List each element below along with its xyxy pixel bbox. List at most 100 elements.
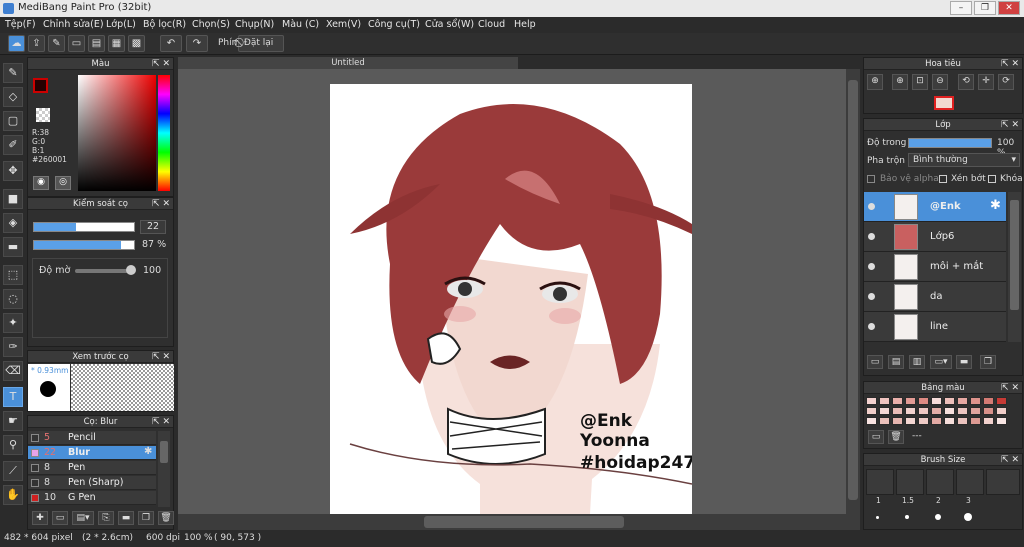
brush-size-value[interactable]: 22: [140, 220, 166, 234]
new-1bit-layer-icon[interactable]: ▥: [909, 355, 925, 369]
rotate-right-icon[interactable]: ⟳: [998, 74, 1014, 90]
blur-slider-handle[interactable]: [126, 265, 136, 275]
trash-icon[interactable]: 🗑: [888, 430, 904, 444]
palette-swatch[interactable]: [996, 417, 1007, 425]
menu-color[interactable]: Màu (C): [282, 19, 319, 30]
clipping-checkbox[interactable]: [939, 175, 947, 183]
reset-button[interactable]: ⃠ Đặt lại: [238, 35, 284, 52]
panel-close-icon[interactable]: ⇱ ✕: [1001, 58, 1019, 70]
layer-row[interactable]: môi + mắt: [864, 252, 1006, 282]
blur-slider-track[interactable]: [75, 269, 133, 273]
panel-close-icon[interactable]: ⇱ ✕: [152, 198, 170, 210]
close-icon[interactable]: ✕: [998, 1, 1020, 15]
palette-swatch[interactable]: [918, 417, 929, 425]
panel-close-icon[interactable]: ⇱ ✕: [152, 416, 170, 428]
menu-file[interactable]: Tệp(F): [5, 19, 36, 30]
palette-swatch[interactable]: [918, 407, 929, 415]
layer-row[interactable]: line: [864, 312, 1006, 342]
brush-menu-icon[interactable]: ▤▾: [72, 511, 94, 525]
brush-size-dot[interactable]: [876, 516, 879, 519]
menu-help[interactable]: Help: [514, 19, 536, 30]
palette-settings-icon[interactable]: ◎: [55, 176, 71, 190]
brush-item[interactable]: 10 G Pen: [28, 491, 156, 505]
brush-item[interactable]: 5 Pencil: [28, 431, 156, 445]
palette-swatch[interactable]: [879, 407, 890, 415]
layout-icon[interactable]: ▦: [108, 35, 125, 52]
duplicate-icon[interactable]: ❐: [138, 511, 154, 525]
palette-swatch[interactable]: [931, 397, 942, 405]
eye-icon[interactable]: [868, 263, 875, 270]
palette-swatch[interactable]: [879, 417, 890, 425]
add-palette-icon[interactable]: ▭: [868, 430, 884, 444]
brush-opacity-slider[interactable]: [33, 240, 135, 250]
palette-swatch[interactable]: [931, 417, 942, 425]
lock-checkbox[interactable]: [988, 175, 996, 183]
eraser-tool-icon[interactable]: ◇: [3, 87, 23, 107]
transparent-swatch[interactable]: [36, 108, 50, 122]
layers-scrollbar[interactable]: [1008, 192, 1021, 342]
bucket-tool-icon[interactable]: ◈: [3, 213, 23, 233]
brush-size-dot[interactable]: [935, 514, 941, 520]
hand-tool-icon[interactable]: ✋: [3, 485, 23, 505]
palette-swatch[interactable]: [957, 407, 968, 415]
palette-swatch[interactable]: [996, 397, 1007, 405]
gradient-tool-icon[interactable]: ▬: [3, 237, 23, 257]
menu-cloud[interactable]: Cloud: [478, 19, 505, 30]
panel-close-icon[interactable]: ⇱ ✕: [1001, 382, 1019, 394]
brush-copy-icon[interactable]: ⎘: [98, 511, 114, 525]
zoom-out-icon[interactable]: ⊖: [932, 74, 948, 90]
brush-size-dot[interactable]: [964, 513, 972, 521]
hue-slider[interactable]: [158, 75, 170, 191]
menu-tools[interactable]: Công cụ(T): [368, 19, 420, 30]
layer-row-selected[interactable]: @Enk ✱: [864, 192, 1006, 222]
minimize-icon[interactable]: –: [950, 1, 972, 15]
grid-icon[interactable]: ▩: [128, 35, 145, 52]
operation-tool-icon[interactable]: ☛: [3, 411, 23, 431]
maximize-icon[interactable]: ❐: [974, 1, 996, 15]
palette-swatch[interactable]: [983, 407, 994, 415]
panel-close-icon[interactable]: ⇱ ✕: [152, 351, 170, 363]
eye-icon[interactable]: [868, 233, 875, 240]
palette-swatch[interactable]: [970, 407, 981, 415]
new-layer-icon[interactable]: ▭: [867, 355, 883, 369]
palette-swatch[interactable]: [892, 397, 903, 405]
document-tab[interactable]: Untitled: [178, 57, 518, 69]
palette-swatch[interactable]: [879, 397, 890, 405]
new-halftone-layer-icon[interactable]: ▤: [888, 355, 904, 369]
protect-alpha-checkbox[interactable]: [867, 175, 875, 183]
menu-view[interactable]: Xem(V): [326, 19, 361, 30]
eye-icon[interactable]: [868, 323, 875, 330]
gear-icon[interactable]: ✱: [144, 446, 152, 457]
panel-close-icon[interactable]: ⇱ ✕: [1001, 454, 1019, 466]
palette-swatch[interactable]: [905, 397, 916, 405]
lasso-icon[interactable]: ◌: [3, 289, 23, 309]
palette-swatch[interactable]: [866, 417, 877, 425]
palette-swatch[interactable]: [866, 397, 877, 405]
cloud-icon[interactable]: ☁: [8, 35, 25, 52]
palette-swatch[interactable]: [918, 397, 929, 405]
eyedropper-icon[interactable]: ⚲: [3, 435, 23, 455]
select-pen-icon[interactable]: ✑: [3, 337, 23, 357]
brush-item-selected[interactable]: 22 Blur ✱: [28, 446, 156, 460]
canvas-horizontal-scroll-thumb[interactable]: [424, 516, 624, 528]
menu-select[interactable]: Chọn(S): [192, 19, 230, 30]
eye-icon[interactable]: [868, 293, 875, 300]
reset-rotate-icon[interactable]: ✛: [978, 74, 994, 90]
palette-swatch[interactable]: [957, 417, 968, 425]
menu-window[interactable]: Cửa sổ(W): [425, 19, 474, 30]
move-tool-icon[interactable]: ✥: [3, 161, 23, 181]
text-tool-icon[interactable]: T: [3, 387, 23, 407]
canvas-paper[interactable]: @Enk Yoonna #hoidap247: [330, 84, 692, 514]
color-picker-square[interactable]: [78, 75, 156, 191]
redo-icon[interactable]: ↷: [186, 35, 208, 52]
fit-icon[interactable]: ⊡: [912, 74, 928, 90]
brush-tool-icon[interactable]: ✎: [3, 63, 23, 83]
palette-icon[interactable]: ◉: [33, 176, 49, 190]
palette-swatch[interactable]: [931, 407, 942, 415]
page-icon[interactable]: ▭: [68, 35, 85, 52]
palette-swatch[interactable]: [944, 417, 955, 425]
menu-edit[interactable]: Chỉnh sửa(E): [43, 19, 104, 30]
layer-row[interactable]: da: [864, 282, 1006, 312]
palette-swatch[interactable]: [944, 397, 955, 405]
blend-mode-select[interactable]: Bình thường ▾: [908, 153, 1020, 167]
